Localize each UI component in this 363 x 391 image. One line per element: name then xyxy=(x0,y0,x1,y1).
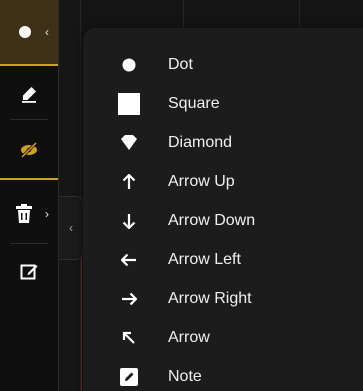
arrow-right-icon xyxy=(116,286,142,312)
marker-shape-tool-button[interactable]: ‹ xyxy=(0,0,58,66)
dot-icon xyxy=(18,25,32,39)
toolbar-divider xyxy=(10,119,48,120)
menu-item-label: Diamond xyxy=(168,133,233,151)
menu-item-arrow[interactable]: Arrow xyxy=(83,318,363,357)
menu-item-arrow-right[interactable]: Arrow Right xyxy=(83,279,363,318)
menu-item-label: Note xyxy=(168,367,202,385)
pen-icon xyxy=(20,85,38,103)
square-icon xyxy=(116,91,142,117)
object-tree-tool-button[interactable] xyxy=(0,246,58,296)
note-icon xyxy=(116,364,142,390)
arrow-left-icon xyxy=(116,247,142,273)
chart-workspace: ‹ › ‹ Dot Square Diamond Arrow Up Arrow … xyxy=(0,0,363,391)
arrow-diagonal-icon xyxy=(116,325,142,351)
diamond-icon xyxy=(116,130,142,156)
menu-item-diamond[interactable]: Diamond xyxy=(83,123,363,162)
hide-drawings-tool-button[interactable] xyxy=(0,122,58,180)
chart-price-line xyxy=(81,250,82,391)
arrow-down-icon xyxy=(116,208,142,234)
eye-slash-icon xyxy=(19,142,39,158)
menu-item-arrow-down[interactable]: Arrow Down xyxy=(83,201,363,240)
drawing-toolbar: ‹ › xyxy=(0,0,59,391)
menu-item-square[interactable]: Square xyxy=(83,84,363,123)
delete-drawings-tool-button[interactable]: › xyxy=(0,184,58,244)
marker-shape-menu: Dot Square Diamond Arrow Up Arrow Down A… xyxy=(83,28,363,391)
menu-item-note[interactable]: Note xyxy=(83,357,363,391)
menu-item-arrow-up[interactable]: Arrow Up xyxy=(83,162,363,201)
menu-item-arrow-left[interactable]: Arrow Left xyxy=(83,240,363,279)
menu-item-dot[interactable]: Dot xyxy=(83,45,363,84)
menu-item-label: Arrow xyxy=(168,328,210,346)
chevron-left-icon: ‹ xyxy=(69,221,73,235)
toolbar-divider xyxy=(10,243,48,244)
drawing-tool-button[interactable] xyxy=(0,68,58,120)
menu-item-label: Arrow Right xyxy=(168,289,252,307)
menu-item-label: Dot xyxy=(168,55,193,73)
expand-chevron-icon[interactable]: ‹ xyxy=(45,26,49,38)
edit-square-icon xyxy=(20,262,38,280)
menu-item-label: Square xyxy=(168,94,220,112)
expand-chevron-icon[interactable]: › xyxy=(45,208,49,220)
collapse-toolbar-button[interactable]: ‹ xyxy=(59,196,84,260)
dot-icon xyxy=(116,52,142,78)
arrow-up-icon xyxy=(116,169,142,195)
menu-item-label: Arrow Left xyxy=(168,250,241,268)
menu-item-label: Arrow Up xyxy=(168,172,235,190)
trash-icon xyxy=(15,204,33,224)
menu-item-label: Arrow Down xyxy=(168,211,256,229)
